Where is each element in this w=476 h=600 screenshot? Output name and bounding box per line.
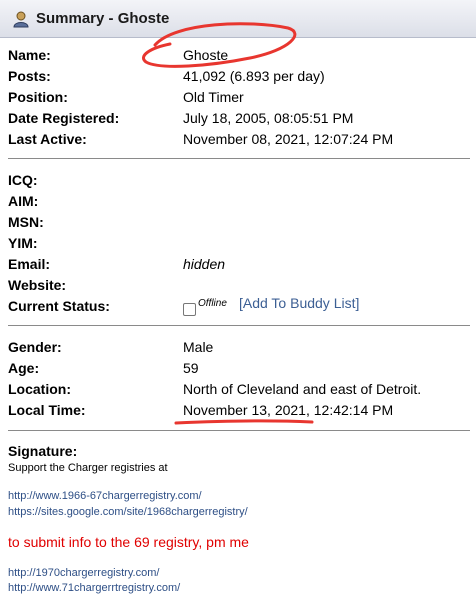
current-status-label: Current Status: bbox=[8, 298, 110, 314]
local-time-value: November 13, 2021, 12:42:14 PM bbox=[183, 402, 394, 418]
name-value: Ghoste bbox=[183, 47, 229, 63]
signature-link-1970[interactable]: http://1970chargerregistry.com/ bbox=[8, 567, 159, 579]
profile-panel: Name: Ghoste Posts: 41,092 (6.893 per da… bbox=[0, 38, 476, 600]
position-label: Position: bbox=[8, 89, 68, 105]
position-value: Old Timer bbox=[183, 89, 244, 105]
divider-2 bbox=[8, 325, 470, 326]
posts-label: Posts: bbox=[8, 68, 51, 84]
date-registered-label: Date Registered: bbox=[8, 110, 120, 126]
age-label: Age: bbox=[8, 360, 40, 376]
status-checkbox-icon bbox=[183, 303, 196, 316]
location-value: North of Cleveland and east of Detroit. bbox=[183, 381, 422, 397]
name-label: Name: bbox=[8, 47, 51, 63]
icq-label: ICQ: bbox=[8, 172, 38, 188]
signature-link-1968[interactable]: https://sites.google.com/site/1968charge… bbox=[8, 506, 248, 518]
page-title: Summary - Ghoste bbox=[36, 10, 170, 27]
signature-link-1971[interactable]: http://www.71chargerrtregistry.com/ bbox=[8, 582, 180, 594]
email-value: hidden bbox=[183, 256, 226, 272]
local-time-label: Local Time: bbox=[8, 402, 86, 418]
location-label: Location: bbox=[8, 381, 71, 397]
signature-link-1966[interactable]: http://www.1966-67chargerregistry.com/ bbox=[8, 490, 202, 502]
divider-3 bbox=[8, 430, 470, 431]
age-value: 59 bbox=[183, 360, 199, 376]
aim-label: AIM: bbox=[8, 193, 39, 209]
website-label: Website: bbox=[8, 277, 67, 293]
signature-red-text: to submit info to the 69 registry, pm me bbox=[8, 534, 249, 550]
signature-line: Support the Charger registries at bbox=[8, 462, 168, 474]
summary-titlebar: Summary - Ghoste bbox=[0, 0, 476, 38]
gender-value: Male bbox=[183, 339, 214, 355]
msn-label: MSN: bbox=[8, 214, 44, 230]
gender-label: Gender: bbox=[8, 339, 62, 355]
divider-1 bbox=[8, 158, 470, 159]
email-label: Email: bbox=[8, 256, 51, 272]
last-active-label: Last Active: bbox=[8, 131, 87, 147]
last-active-value: November 08, 2021, 12:07:24 PM bbox=[183, 131, 394, 147]
status-offline-text: Offline bbox=[198, 298, 227, 309]
user-icon bbox=[13, 11, 29, 28]
yim-label: YIM: bbox=[8, 235, 38, 251]
signature-label: Signature: bbox=[8, 443, 78, 459]
date-registered-value: July 18, 2005, 08:05:51 PM bbox=[183, 110, 354, 126]
add-buddy-link[interactable]: [Add To Buddy List] bbox=[239, 295, 359, 311]
posts-value: 41,092 (6.893 per day) bbox=[183, 68, 325, 84]
